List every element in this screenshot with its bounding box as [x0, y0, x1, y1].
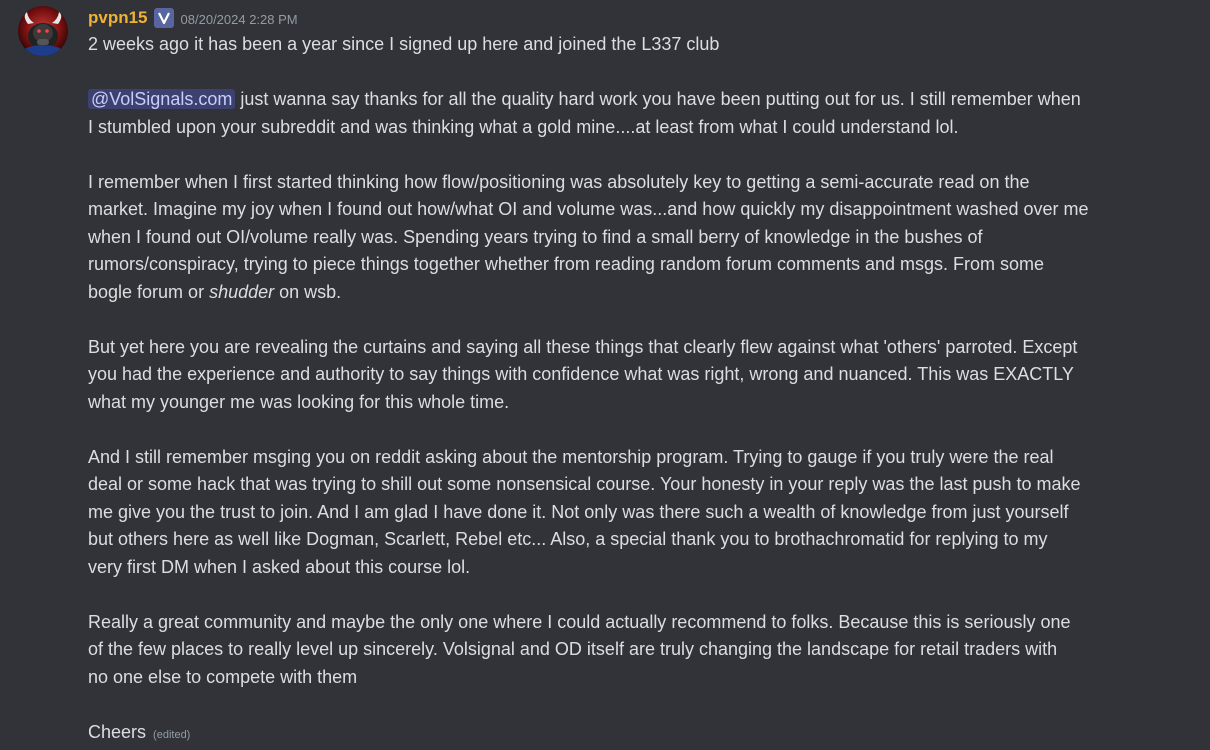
message-line: very first DM when I asked about this co…: [88, 556, 471, 577]
edited-indicator[interactable]: (edited): [153, 729, 190, 741]
username[interactable]: pvpn15: [88, 8, 148, 28]
message-text: Cheers: [88, 721, 147, 742]
message-line: no one else to compete with them: [88, 666, 358, 687]
message-line: when I found out OI/volume really was. S…: [88, 226, 983, 247]
message-line: Really a great community and maybe the o…: [88, 611, 1071, 632]
message-content: 2 weeks ago it has been a year since I s…: [88, 31, 1163, 749]
v-badge-icon: [157, 12, 170, 25]
avatar-image: [18, 6, 68, 56]
message-line: I stumbled upon your subreddit and was t…: [88, 116, 959, 137]
message-line: I remember when I first started thinking…: [88, 171, 1030, 192]
message-timestamp[interactable]: 08/20/2024 2:28 PM: [181, 12, 298, 27]
message-line: bogle forum or shudder on wsb.: [88, 279, 1163, 307]
message-line: deal or some hack that was trying to shi…: [88, 474, 1081, 494]
chat-message: pvpn15 08/20/2024 2:28 PM 2 weeks ago it…: [0, 0, 1210, 750]
message-line: market. Imagine my joy when I found out …: [88, 199, 1089, 219]
message-text: bogle forum or: [88, 281, 210, 302]
message-text: just wanna say thanks for all the qualit…: [235, 89, 1081, 109]
message-line: rumors/conspiracy, trying to piece thing…: [88, 254, 1045, 274]
role-badge-icon[interactable]: [153, 8, 174, 28]
user-avatar[interactable]: [18, 6, 68, 56]
message-header: pvpn15 08/20/2024 2:28 PM: [88, 6, 298, 30]
italic-text: shudder: [209, 281, 275, 302]
message-line: me give you the trust to join. And I am …: [88, 501, 1069, 522]
user-mention[interactable]: @VolSignals.com: [88, 89, 236, 109]
message-line: @VolSignals.com just wanna say thanks fo…: [88, 86, 1163, 114]
message-line: 2 weeks ago it has been a year since I s…: [88, 34, 720, 54]
message-line: Cheers (edited): [88, 719, 1163, 750]
message-line: And I still remember msging you on reddi…: [88, 446, 1054, 467]
message-line: But yet here you are revealing the curta…: [88, 336, 1078, 357]
message-line: you had the experience and authority to …: [88, 364, 1074, 384]
message-line: but others here as well like Dogman, Sca…: [88, 529, 1048, 549]
message-line: what my younger me was looking for this …: [88, 391, 510, 412]
message-line: of the few places to really level up sin…: [88, 639, 1058, 659]
message-text: on wsb.: [274, 281, 342, 302]
